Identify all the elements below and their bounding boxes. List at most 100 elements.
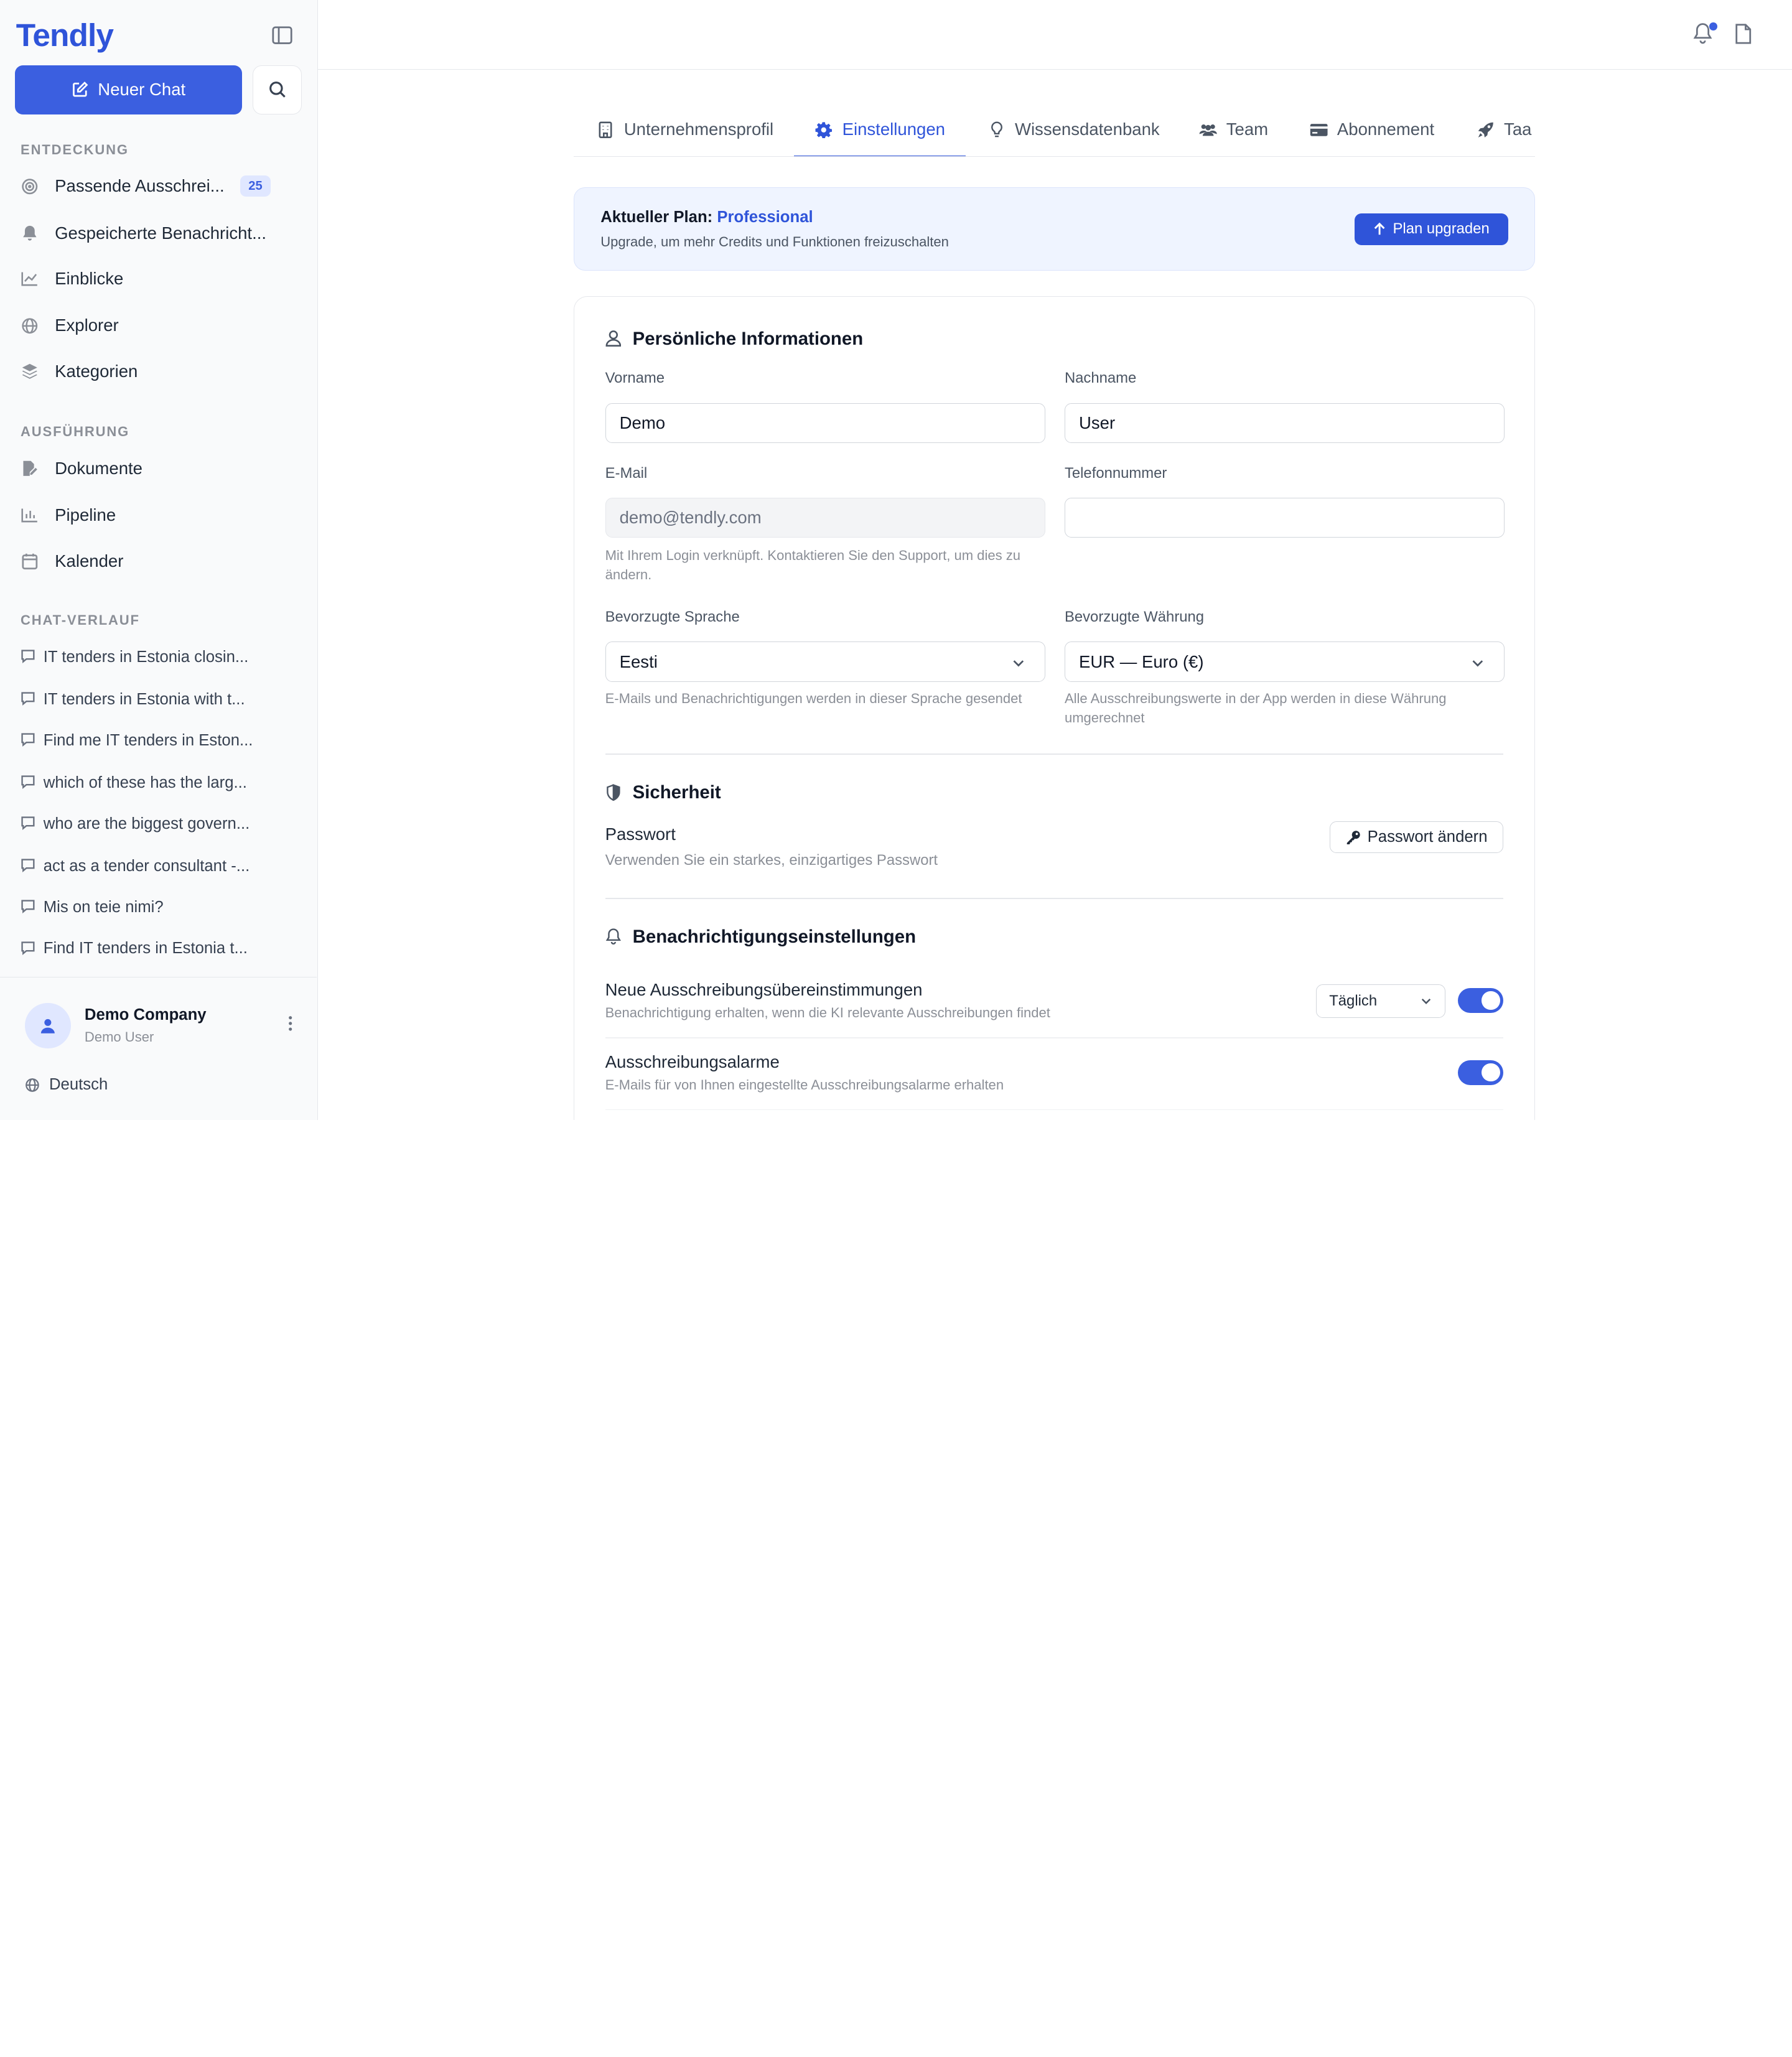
brand-logo[interactable]: Tendly [16,16,114,54]
section-title: Benachrichtigungseinstellungen [632,926,917,947]
chat-history-item[interactable]: IT tenders in Estonia closin... [21,643,301,671]
phone-field[interactable] [1064,497,1505,538]
chat-title: act as a tender consultant -... [43,857,250,875]
chat-history-item[interactable]: IT tenders in Estonia with t... [21,686,301,713]
tab-label: Unternehmensprofil [623,119,774,139]
chat-history-item[interactable]: Mis on teie nimi? [21,893,301,921]
search-button[interactable] [252,65,302,114]
notification-title: Ausschreibungsalarme [605,1052,780,1071]
upgrade-label: Plan upgraden [1393,220,1490,238]
chevron-down-icon [1419,994,1433,1008]
message-icon [21,858,37,874]
avatar[interactable] [25,1002,71,1049]
tab-subscription[interactable]: Abonnement [1310,103,1434,156]
message-icon [21,775,37,791]
change-password-button[interactable]: Passwort ändern [1330,821,1504,854]
sidebar-toggle-icon[interactable] [269,23,294,48]
sidebar-item-calendar[interactable]: Kalender [21,544,301,578]
language-switcher[interactable]: Deutsch [25,1076,108,1094]
sidebar-item-label: Passende Ausschrei... [55,176,225,196]
language-help-text: E-Mails und Benachrichtigungen werden in… [605,690,1022,706]
row-separator [605,1037,1504,1038]
sidebar-item-insights[interactable]: Einblicke [21,262,301,296]
currency-select-value: EUR — Euro (€) [1078,651,1204,671]
chat-history-item[interactable]: Find me IT tenders in Eston... [21,727,301,754]
first-name-field[interactable]: Demo [605,403,1045,443]
message-icon [21,649,37,665]
target-icon [21,177,39,195]
security-heading: Sicherheit [605,782,721,803]
new-matches-toggle[interactable] [1457,987,1504,1014]
chat-history-item[interactable]: who are the biggest govern... [21,810,301,837]
settings-tabs: Unternehmensprofil Einstellungen Wissens… [574,103,1535,157]
message-icon [21,816,37,832]
document-icon[interactable] [1735,23,1755,46]
phone-label: Telefonnummer [1064,464,1167,482]
sidebar-item-explorer[interactable]: Explorer [21,309,301,343]
personal-info-heading: Persönliche Informationen [605,329,863,350]
upgrade-plan-button[interactable]: Plan upgraden [1355,213,1508,246]
frequency-value: Täglich [1329,992,1378,1010]
gear-icon [815,121,833,139]
main-content: Unternehmensprofil Einstellungen Wissens… [317,0,1792,1120]
tab-company-profile[interactable]: Unternehmensprofil [597,103,773,156]
tab-knowledge-base[interactable]: Wissensdatenbank [987,103,1160,156]
bar-chart-icon [21,506,39,525]
sidebar-item-label: Einblicke [55,269,124,289]
frequency-select[interactable]: Täglich [1316,984,1445,1018]
key-icon [1346,830,1361,845]
notification-title: Neue Ausschreibungsübereinstimmungen [605,980,923,1000]
language-select-label: Bevorzugte Sprache [605,609,740,626]
tab-team[interactable]: Team [1199,103,1268,156]
chat-title: Find IT tenders in Estonia t... [43,939,248,957]
tab-label: Einstellungen [842,119,945,139]
user-icon [40,1018,56,1034]
sidebar-item-saved-alerts[interactable]: Gespeicherte Benachricht... [21,216,301,250]
plan-banner: Aktueller Plan: Professional Upgrade, um… [574,187,1535,271]
first-name-label: Vorname [605,370,665,387]
sidebar-item-documents[interactable]: Dokumente [21,451,301,485]
user-outline-icon [605,330,623,348]
tender-alerts-toggle[interactable] [1457,1060,1504,1086]
notifications-bell-icon[interactable] [1692,21,1718,47]
currency-select[interactable]: EUR — Euro (€) [1064,641,1505,682]
sidebar-item-label: Gespeicherte Benachricht... [55,223,267,243]
section-label-chat-history: CHAT-VERLAUF [21,612,140,628]
settings-card: Persönliche Informationen Vorname Demo N… [574,296,1535,1120]
chat-history-item[interactable]: act as a tender consultant -... [21,852,301,880]
tab-settings[interactable]: Einstellungen [794,103,966,156]
sidebar-item-matching-tenders[interactable]: Passende Ausschrei... 25 [21,169,301,203]
chat-history-item[interactable]: Find IT tenders in Estonia t... [21,935,301,962]
globe-icon [25,1078,40,1093]
plan-name: Professional [717,208,813,226]
sidebar-item-label: Explorer [55,315,119,335]
section-label-discovery: ENTDECKUNG [21,141,129,157]
change-password-label: Passwort ändern [1367,828,1488,846]
last-name-label: Nachname [1064,370,1137,387]
chat-title: which of these has the larg... [43,773,247,791]
tab-label: Abonnement [1337,119,1435,139]
section-title: Sicherheit [632,782,721,803]
sidebar-item-categories[interactable]: Kategorien [21,354,301,388]
company-name: Demo Company [84,1006,207,1024]
chat-title: who are the biggest govern... [43,814,250,833]
section-divider [605,753,1504,755]
layers-icon [21,362,39,380]
chat-title: Mis on teie nimi? [43,898,164,916]
tab-label: Taa [1504,119,1532,139]
new-chat-label: Neuer Chat [98,80,186,100]
more-vertical-icon[interactable] [282,1015,299,1036]
calendar-icon [21,552,39,570]
plan-description: Upgrade, um mehr Credits und Funktionen … [600,233,949,250]
new-chat-button[interactable]: Neuer Chat [14,65,243,114]
chat-history-item[interactable]: which of these has the larg... [21,769,301,796]
tab-rocket[interactable]: Taa [1477,103,1531,156]
sidebar-item-label: Kalender [55,551,124,571]
chat-title: IT tenders in Estonia with t... [43,690,245,708]
email-help-text: Mit Ihrem Login verknüpft. Kontaktieren … [605,548,1020,583]
last-name-field[interactable]: User [1064,403,1505,443]
sidebar-item-pipeline[interactable]: Pipeline [21,498,301,533]
notification-description: Benachrichtigung erhalten, wenn die KI r… [605,1005,1050,1021]
language-select[interactable]: Eesti [605,641,1045,682]
email-field[interactable]: demo@tendly.com [605,497,1045,538]
